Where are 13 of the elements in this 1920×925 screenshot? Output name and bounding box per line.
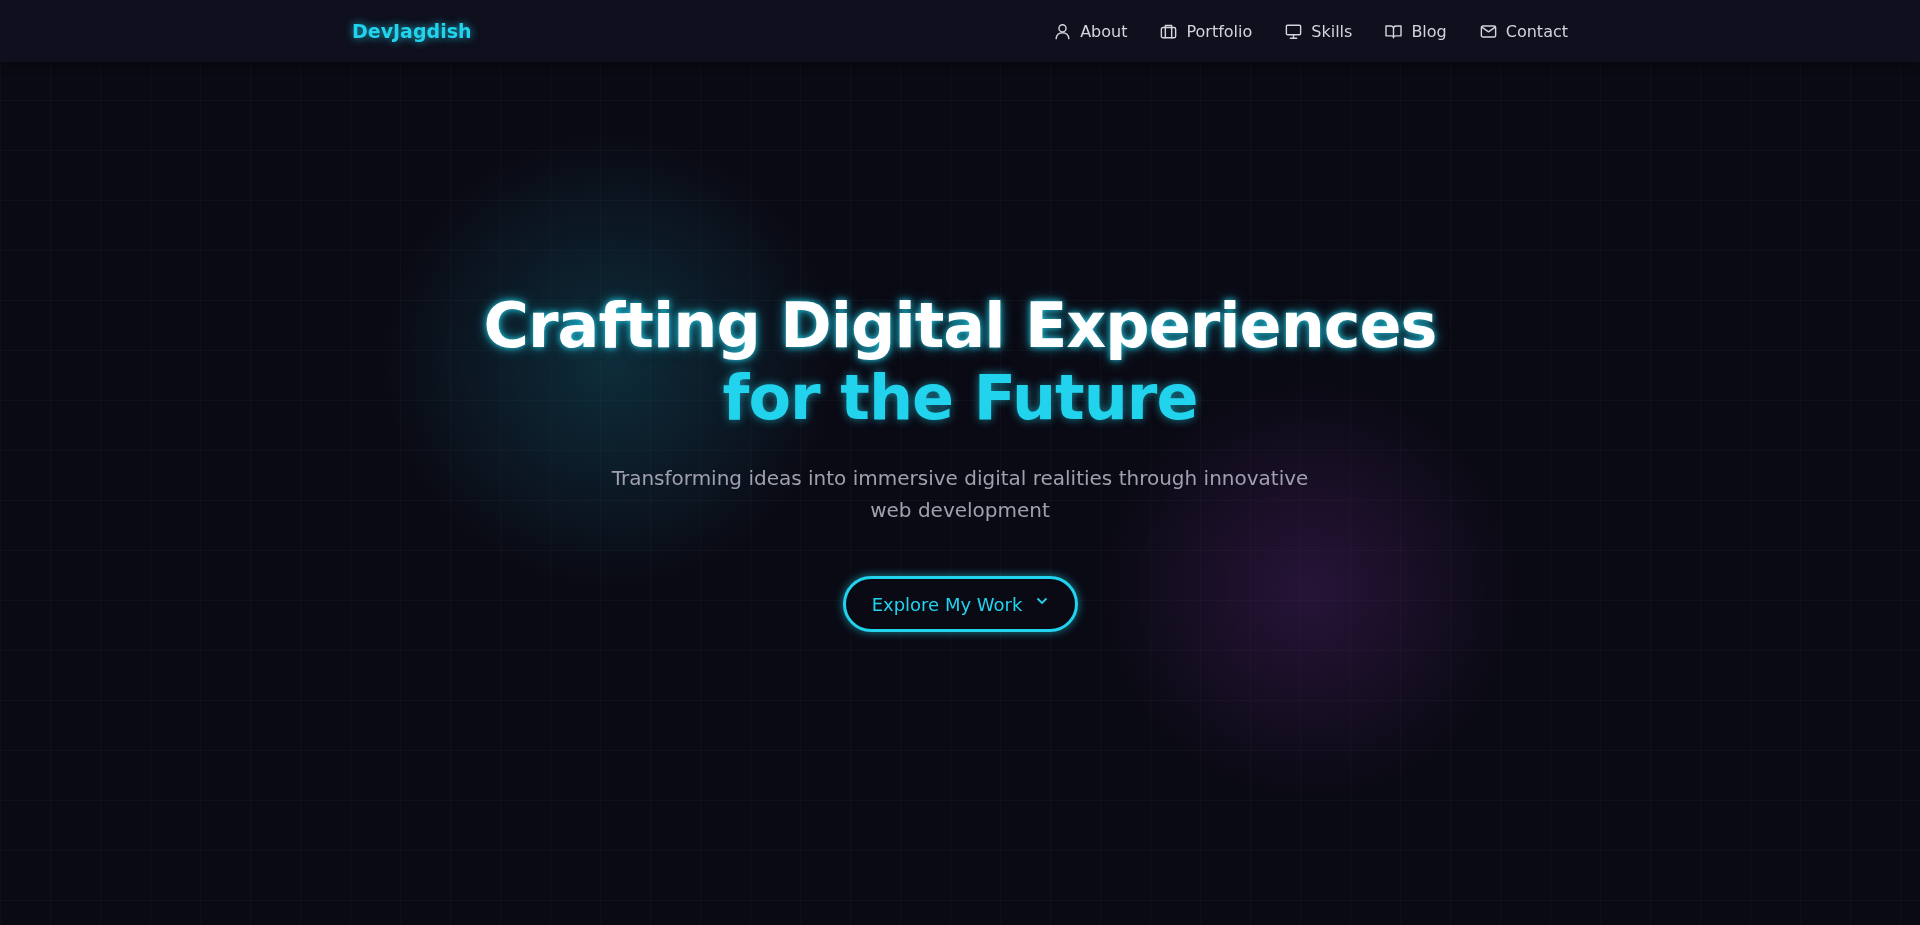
hero-title-accent: for the Future [722,362,1198,434]
nav-link[interactable]: Blog [1384,21,1447,41]
hero-title: Crafting Digital Experiences [483,290,1437,362]
monitor-icon [1284,21,1304,41]
explore-button[interactable]: Explore My Work [842,576,1078,632]
person-icon [1053,21,1073,41]
nav-link[interactable]: Skills [1284,21,1353,41]
nav-link[interactable]: Portfolio [1159,21,1253,41]
chevron-down-icon [1036,597,1049,605]
nav-link[interactable]: About [1053,21,1128,41]
logo[interactable]: DevJagdish [352,20,472,42]
hero-subtitle: Transforming ideas into immersive digital realities through innovative web development [610,465,1310,524]
nav-link[interactable]: Contact [1478,21,1568,41]
